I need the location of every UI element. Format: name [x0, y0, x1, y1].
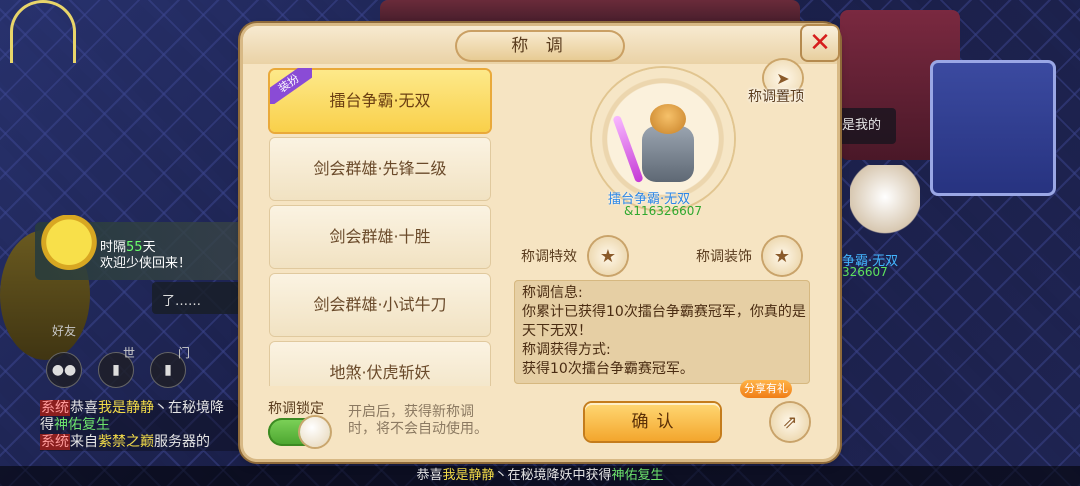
title-decor-label: 称调装饰 — [696, 249, 752, 265]
sys-text: 来自 — [70, 434, 98, 450]
character-model — [612, 104, 712, 190]
ticker-item-name: 神佑复生 — [611, 468, 664, 483]
close-button[interactable]: ✕ — [800, 24, 840, 62]
title-list-item[interactable]: 地煞·伏虎斩妖 — [270, 342, 490, 386]
player-name-link[interactable]: 我是静静 — [98, 400, 154, 416]
equipped-tag: 装扮 — [270, 68, 312, 104]
dialog-title: 称 调 — [511, 36, 569, 56]
share-button[interactable]: ⇗ — [771, 403, 809, 441]
ticker-player-name: 我是静静 — [442, 468, 495, 483]
welcome-message: 欢迎少侠回来！ — [100, 256, 192, 271]
microphone-icon: ▮ — [164, 362, 172, 378]
spongebob-avatar — [40, 215, 98, 283]
npc-uid: 326607 — [842, 265, 888, 279]
ticker-text: 恭喜 — [416, 468, 443, 483]
lock-description: 开启后，获得新称调时，将不会自动使用。 — [348, 404, 488, 437]
sys-text: 丶在秘境降 — [154, 400, 224, 416]
info-description: 你累计已获得10次擂台争霸赛冠军，你真的是天下无双！ — [522, 304, 806, 339]
ticker-text: 丶在秘境降妖中获得 — [494, 468, 612, 483]
chat-bubble: 了…… — [152, 282, 246, 314]
equipped-tag-label: 装扮 — [270, 68, 312, 104]
title-decor-button[interactable]: ★ — [763, 237, 801, 275]
confirm-button[interactable]: 确认 — [585, 403, 720, 441]
character-head — [650, 104, 686, 134]
info-heading: 称调获得方式: — [522, 342, 611, 358]
info-heading: 称调信息: — [522, 285, 583, 301]
lock-label: 称调锁定 — [268, 401, 324, 417]
item-link[interactable]: 神佑复生 — [54, 417, 110, 433]
system-message-log: 系统恭喜我是静静丶在秘境降 得神佑复生 系统来自紫禁之巅服务器的 — [40, 400, 250, 451]
title-list[interactable]: 擂台争霸·无双 剑会群雄·先锋二级 剑会群雄·十胜 剑会群雄·小试牛刀 地煞·伏… — [268, 68, 493, 386]
share-icon: ⇗ — [782, 411, 798, 433]
scene-furniture-top — [380, 0, 800, 28]
sect-channel-label: 门 — [178, 346, 191, 360]
chat-icon: ●● — [51, 362, 77, 378]
title-list-item[interactable]: 剑会群雄·小试牛刀 — [270, 274, 490, 336]
system-message: 系统来自紫禁之巅服务器的 — [40, 434, 250, 451]
title-list-item[interactable]: 剑会群雄·十胜 — [270, 206, 490, 268]
friends-label: 好友 — [52, 324, 77, 338]
info-obtain-method: 获得10次擂台争霸赛冠军。 — [522, 361, 694, 377]
npc-chat-bubble: 是我的 — [836, 108, 896, 144]
server-name: 紫禁之巅 — [98, 434, 154, 450]
pin-top-label: 称调置顶 — [748, 89, 804, 105]
star-icon: ★ — [599, 245, 617, 267]
system-tag: 系统 — [40, 434, 70, 450]
broadcast-ticker: 恭喜我是静静丶在秘境降妖中获得神佑复生 — [0, 466, 1080, 486]
lamp-decoration — [10, 0, 76, 63]
title-list-item[interactable]: 剑会群雄·先锋二级 — [270, 138, 490, 200]
title-info-text: 称调信息: 你累计已获得10次擂台争霸赛冠军，你真的是天下无双！ 称调获得方式:… — [522, 284, 806, 379]
scene-bed — [930, 60, 1056, 196]
system-tag: 系统 — [40, 400, 70, 416]
title-effect-label: 称调特效 — [521, 249, 577, 265]
sys-text: 服务器的 — [154, 434, 210, 450]
character-body — [642, 126, 694, 182]
lock-toggle-knob[interactable] — [300, 417, 330, 447]
world-channel-label: 世 — [123, 346, 136, 360]
pin-icon: ➤ — [776, 68, 790, 88]
pet-creature[interactable] — [850, 165, 920, 245]
character-uid: &116326607 — [624, 204, 703, 218]
sys-text: 得 — [40, 417, 54, 433]
chat-button[interactable]: ●● — [46, 352, 82, 388]
system-message-cont: 得神佑复生 — [40, 417, 250, 434]
microphone-icon: ▮ — [112, 362, 120, 378]
system-message: 系统恭喜我是静静丶在秘境降 — [40, 400, 250, 417]
share-reward-badge: 分享有礼 — [740, 380, 792, 398]
star-icon: ★ — [773, 245, 791, 267]
close-icon: ✕ — [809, 28, 831, 58]
sys-text: 恭喜 — [70, 400, 98, 416]
title-effect-button[interactable]: ★ — [589, 237, 627, 275]
